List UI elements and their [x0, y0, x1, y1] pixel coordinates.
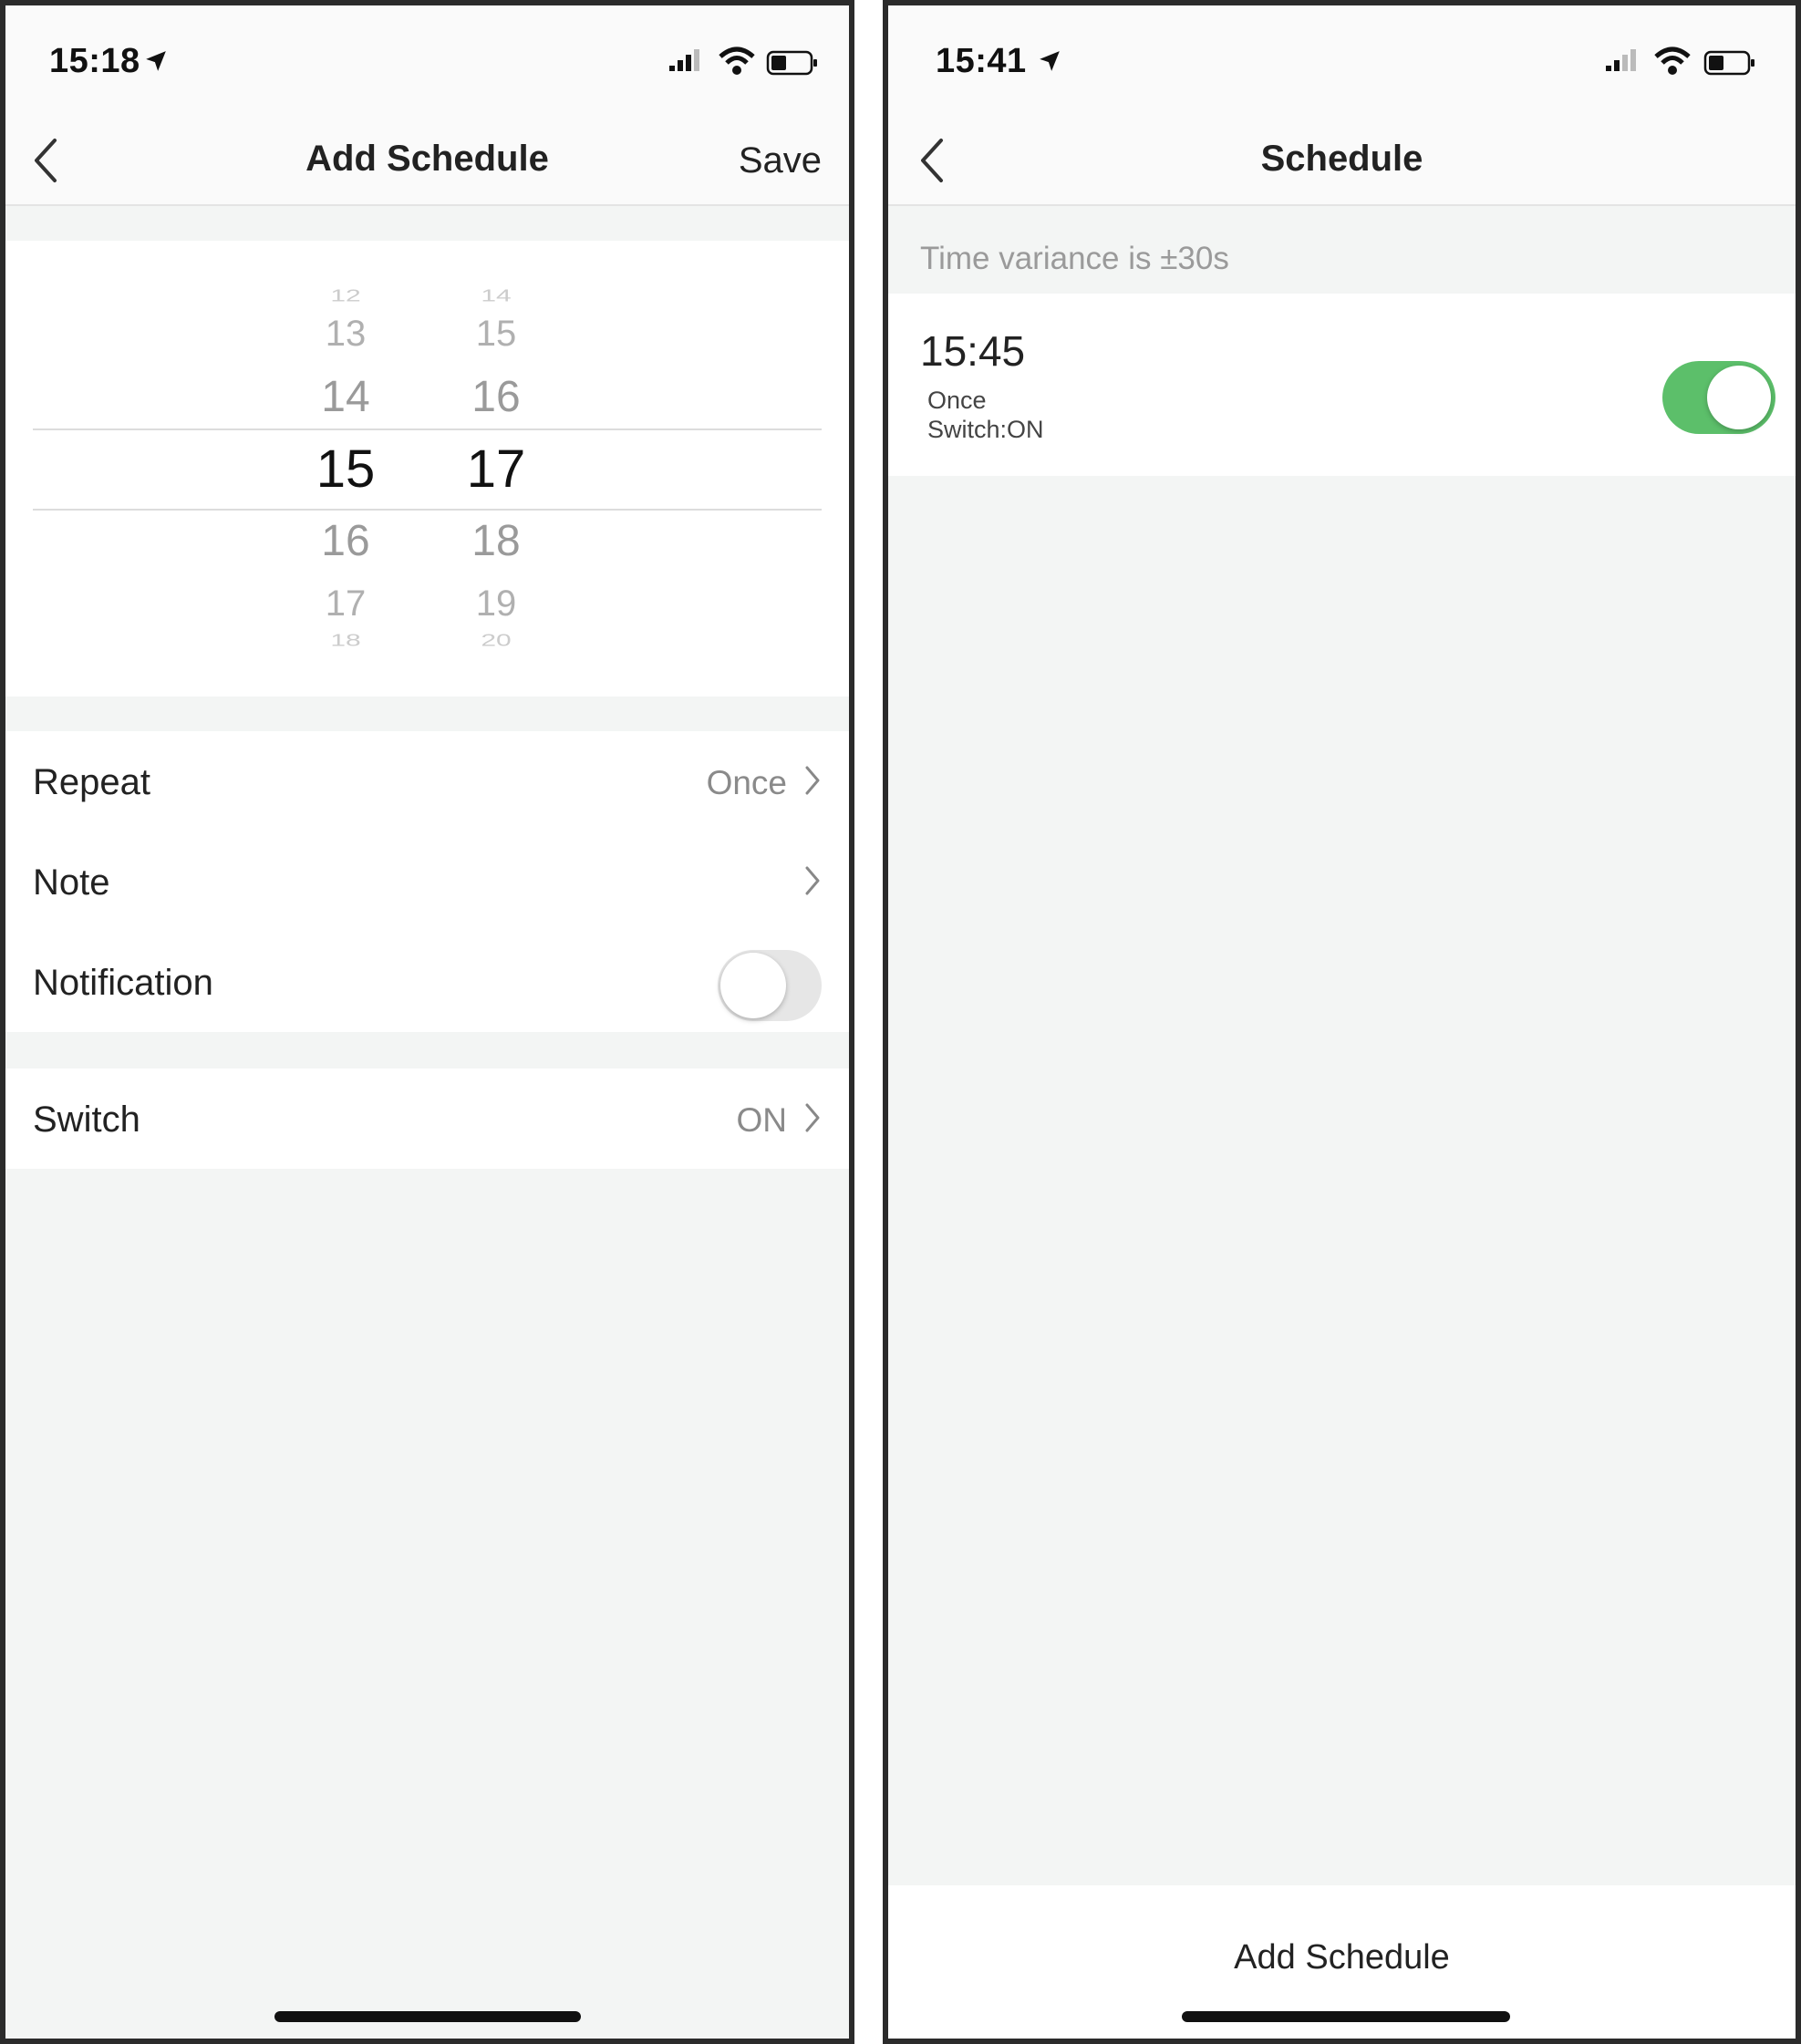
chevron-right-icon [805, 1103, 820, 1132]
picker-divider-top [33, 428, 822, 430]
notification-row: Notification [5, 932, 849, 1032]
page-title: Schedule [1260, 139, 1423, 179]
repeat-row[interactable]: Repeat Once [5, 731, 849, 831]
location-arrow-icon [146, 51, 166, 71]
add-schedule-button[interactable]: Add Schedule [888, 1938, 1796, 1977]
switch-section: Switch ON [5, 1068, 849, 1169]
battery-icon [766, 50, 817, 76]
save-button[interactable]: Save [739, 140, 822, 181]
schedule-time: 15:45 [920, 327, 1026, 375]
nav-bar: Schedule [888, 115, 1796, 206]
hour-option[interactable]: 13 [291, 315, 400, 352]
home-indicator [1182, 2011, 1510, 2022]
schedule-action: Switch:ON [927, 416, 1044, 443]
hour-selected[interactable]: 15 [291, 443, 400, 496]
home-indicator [274, 2011, 581, 2022]
signal-icon [1606, 49, 1636, 71]
settings-section: Repeat Once Note Notification [5, 731, 849, 1032]
minute-option[interactable]: 14 [441, 288, 551, 305]
minute-option[interactable]: 18 [441, 520, 551, 563]
add-schedule-screen: 15:18 Add Schedule Save 12 13 14 15 16 1… [0, 0, 854, 2044]
toggle-knob [720, 953, 786, 1018]
minute-option[interactable]: 15 [441, 315, 551, 352]
repeat-label: Repeat [33, 762, 150, 802]
status-bar: 15:18 [5, 5, 849, 115]
minute-option[interactable]: 19 [441, 585, 551, 622]
hour-option[interactable]: 16 [291, 520, 400, 563]
hour-option[interactable]: 17 [291, 585, 400, 622]
minute-option[interactable]: 20 [441, 633, 551, 649]
note-row[interactable]: Note [5, 831, 849, 932]
location-arrow-icon [1040, 51, 1060, 71]
status-bar: 15:41 [888, 5, 1796, 115]
hour-option[interactable]: 18 [291, 633, 400, 649]
nav-bar: Add Schedule Save [5, 115, 849, 206]
status-time: 15:41 [936, 42, 1027, 80]
time-picker[interactable]: 12 13 14 15 16 17 18 14 15 16 17 18 19 2… [5, 241, 849, 697]
minute-selected[interactable]: 17 [441, 443, 551, 496]
switch-label: Switch [33, 1099, 140, 1140]
battery-icon [1703, 50, 1754, 76]
chevron-right-icon [805, 766, 820, 795]
picker-divider-bottom [33, 509, 822, 511]
switch-value: ON [736, 1101, 788, 1139]
notification-toggle[interactable] [718, 950, 822, 1021]
chevron-right-icon [805, 866, 820, 895]
hour-option[interactable]: 12 [291, 288, 400, 305]
notification-label: Notification [33, 963, 213, 1003]
note-label: Note [33, 862, 110, 903]
page-title: Add Schedule [305, 139, 549, 179]
switch-row[interactable]: Switch ON [5, 1068, 849, 1169]
toggle-knob [1707, 366, 1771, 429]
wifi-icon [719, 46, 755, 75]
signal-icon [669, 49, 699, 71]
schedule-screen: 15:41 Schedule Time variance is ±30s 15: [883, 0, 1801, 2044]
minute-option[interactable]: 16 [441, 376, 551, 419]
wifi-icon [1654, 46, 1691, 75]
schedule-repeat: Once [927, 387, 987, 414]
schedule-item[interactable]: 15:45 Once Switch:ON [888, 294, 1796, 476]
time-variance-note: Time variance is ±30s [920, 241, 1229, 276]
status-time: 15:18 [49, 42, 140, 80]
hour-option[interactable]: 14 [291, 376, 400, 419]
repeat-value: Once [706, 764, 787, 801]
schedule-enabled-toggle[interactable] [1662, 361, 1775, 434]
